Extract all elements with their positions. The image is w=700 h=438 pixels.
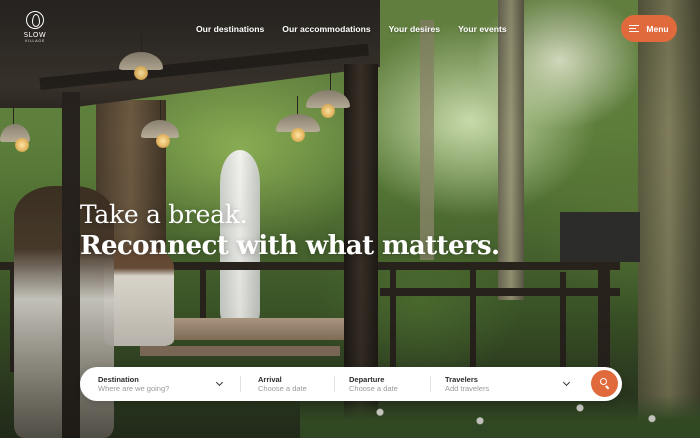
brand-tagline: VILLAGE <box>24 39 46 43</box>
main-nav: Our destinations Our accommodations Your… <box>196 24 507 34</box>
departure-placeholder: Choose a date <box>349 384 398 393</box>
nav-item-desires[interactable]: Your desires <box>389 24 440 34</box>
leaf-logo-icon <box>26 11 44 29</box>
arrival-placeholder: Choose a date <box>258 384 307 393</box>
nav-item-events[interactable]: Your events <box>458 24 507 34</box>
brand-name: SLOW <box>23 31 47 39</box>
search-button[interactable] <box>591 370 618 397</box>
hero-line-1: Take a break. <box>80 200 248 229</box>
travelers-field[interactable]: Travelers Add travelers <box>445 367 575 401</box>
nav-item-accommodations[interactable]: Our accommodations <box>282 24 370 34</box>
arrival-field[interactable]: Arrival Choose a date <box>258 367 338 401</box>
departure-label: Departure <box>349 375 385 384</box>
hamburger-menu-icon <box>629 24 640 33</box>
hero-line-2: Reconnect with what matters. <box>80 231 500 261</box>
travelers-label: Travelers <box>445 375 478 384</box>
arrival-label: Arrival <box>258 375 282 384</box>
booking-search-bar: Destination Where are we going? Arrival … <box>80 367 622 401</box>
brand-logo[interactable]: SLOW VILLAGE <box>20 11 50 44</box>
destination-placeholder: Where are we going? <box>98 384 170 393</box>
departure-field[interactable]: Departure Choose a date <box>349 367 429 401</box>
hero-headline: Take a break. Reconnect with what matter… <box>80 199 500 262</box>
travelers-placeholder: Add travelers <box>445 384 490 393</box>
menu-button[interactable]: Menu <box>621 15 677 42</box>
menu-label: Menu <box>646 23 669 34</box>
nav-item-destinations[interactable]: Our destinations <box>196 24 264 34</box>
